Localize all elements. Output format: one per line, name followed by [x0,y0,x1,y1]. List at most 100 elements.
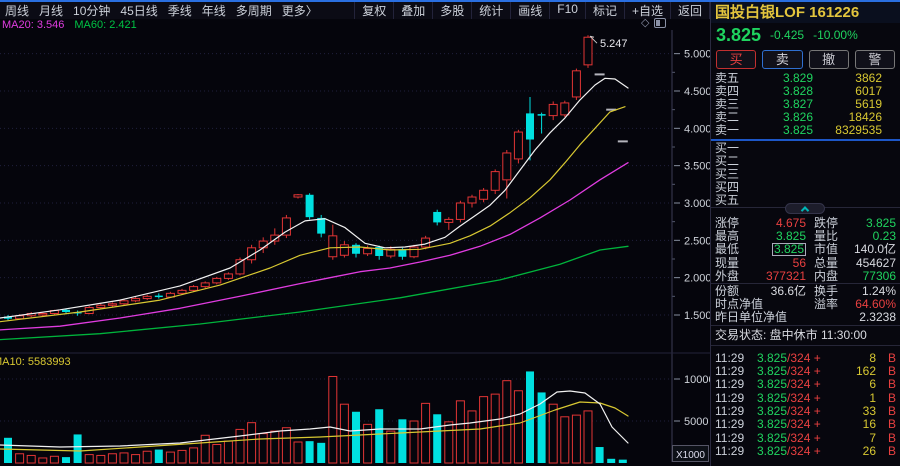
tick-row: 11:293.825/324 +16B [711,418,900,431]
bid-queue: 买一买二买三买四买五 [711,142,900,207]
queue-volume [813,168,896,181]
action-button-卖[interactable]: 卖 [762,50,802,69]
collapse-pill[interactable] [785,203,825,214]
toolbar-button-5[interactable]: F10 [549,2,585,19]
toolbar-button-3[interactable]: 统计 [471,2,510,19]
stat-value-text: 377321 [766,269,806,283]
tick-price: 3.825 [757,378,787,391]
stat-label: 昨日单位净值 [715,311,840,324]
tick-count: /324 + [787,418,821,431]
tick-row: 11:293.825/324 +7B [711,432,900,445]
queue-volume [813,194,896,207]
action-button-买[interactable]: 买 [716,50,756,69]
stat-row: 外盘377321内盘77306 [711,270,900,283]
tab-period-5[interactable]: 年线 [197,2,231,19]
svg-text:5.247: 5.247 [600,38,628,50]
stat-value: 2.3238 [840,311,896,324]
stat-label: 总量 [806,257,840,270]
tick-count: /324 + [787,378,821,391]
tick-side: B [882,432,896,445]
toolbar-button-0[interactable]: 复权 [354,2,393,19]
tick-side: B [882,365,896,378]
stat-value-text: 3.825 [776,229,806,243]
tick-price: 3.825 [757,365,787,378]
tick-time: 11:29 [715,392,757,405]
svg-text:5.000: 5.000 [684,49,710,61]
tick-count: /324 + [787,445,821,458]
tick-volume: 26 [821,445,882,458]
toolbar-button-6[interactable]: 标记 [585,2,624,19]
tab-period-6[interactable]: 多周期 [231,2,277,19]
diamond-icon[interactable]: ◇ [641,18,649,28]
candlestick-chart[interactable]: 5.0004.5004.0003.5003.0002.5002.0001.500… [0,0,710,466]
ma20-label: MA20: 3.546 [2,19,64,31]
queue-volume: 8329535 [813,124,896,137]
stat-value-text: 140.0亿 [854,242,896,256]
stat-value-text: 56 [793,256,806,270]
ma60-label: MA60: 2.421 [74,19,136,31]
tick-row: 11:293.825/324 +6B [711,378,900,391]
tick-count: /324 + [787,352,821,365]
stat-value-text: 64.60% [855,297,896,311]
tab-period-1[interactable]: 月线 [34,2,68,19]
tick-count: /324 + [787,432,821,445]
tick-side: B [882,418,896,431]
bid-row[interactable]: 买四 [711,181,900,194]
tab-period-7[interactable]: 更多〉 [277,2,323,19]
tab-period-0[interactable]: 周线 [0,2,34,19]
period-tabs: 周线月线10分钟45日线季线年线多周期更多〉 [0,2,323,19]
action-button-撤[interactable]: 撤 [809,50,849,69]
tick-price: 3.825 [757,432,787,445]
tick-side: B [882,352,896,365]
toolbar-button-2[interactable]: 多股 [432,2,471,19]
queue-volume [813,142,896,155]
trade-status: 交易状态: 盘中休市 11:30:00 [711,326,900,345]
tick-price: 3.825 [757,352,787,365]
svg-text:1.500: 1.500 [684,310,710,322]
stats-block: 涨停4.675跌停3.825最高3.825量比0.23最低3.825市值140.… [711,208,900,283]
toolbar-button-8[interactable]: 返回 [670,2,710,19]
tick-price: 3.825 [757,405,787,418]
ask-row[interactable]: 卖一3.8258329535 [711,124,900,137]
tick-row: 11:293.825/324 +8B [711,352,900,365]
tab-period-2[interactable]: 10分钟 [68,2,115,19]
tab-period-3[interactable]: 45日线 [115,2,162,19]
quote-panel: 国投白银LOF 161226 3.825 -0.425 -10.00% 买卖撤警… [710,2,900,466]
tick-side: B [882,445,896,458]
tick-side: B [882,405,896,418]
period-toolbar: 周线月线10分钟45日线季线年线多周期更多〉 复权叠加多股统计画线F10标记+自… [0,2,710,19]
panel-toggle-icon[interactable] [654,18,666,28]
svg-text:10000: 10000 [684,374,710,386]
action-button-警[interactable]: 警 [855,50,895,69]
svg-text:3.500: 3.500 [684,161,710,173]
stat-label: 外盘 [715,270,751,283]
bid-row[interactable]: 买三 [711,168,900,181]
svg-text:2.500: 2.500 [684,235,710,247]
stat-value-text: 2.3238 [859,310,896,324]
bid-row[interactable]: 买一 [711,142,900,155]
queue-price [755,142,813,155]
trading-terminal: 5.0004.5004.0003.5003.0002.5002.0001.500… [0,0,900,466]
tick-time: 11:29 [715,445,757,458]
stock-title: 国投白银LOF 161226 [711,2,900,23]
tick-time: 11:29 [715,352,757,365]
tick-count: /324 + [787,392,821,405]
svg-text:5000: 5000 [684,416,708,428]
stat-label: 市值 [806,243,840,256]
tick-volume: 162 [821,365,882,378]
tick-time: 11:29 [715,432,757,445]
tick-price: 3.825 [757,392,787,405]
stat-label: 溢率 [806,298,840,311]
svg-text:MA10: 5583993: MA10: 5583993 [0,356,71,368]
tick-side: B [882,392,896,405]
tick-row: 11:293.825/324 +162B [711,365,900,378]
toolbar-button-4[interactable]: 画线 [510,2,549,19]
queue-label: 卖一 [715,124,755,137]
tab-period-4[interactable]: 季线 [163,2,197,19]
tick-time: 11:29 [715,405,757,418]
bid-row[interactable]: 买二 [711,155,900,168]
tick-time: 11:29 [715,378,757,391]
stat-label: 现量 [715,257,751,270]
tick-row: 11:293.825/324 +1B [711,392,900,405]
toolbar-button-1[interactable]: 叠加 [393,2,432,19]
